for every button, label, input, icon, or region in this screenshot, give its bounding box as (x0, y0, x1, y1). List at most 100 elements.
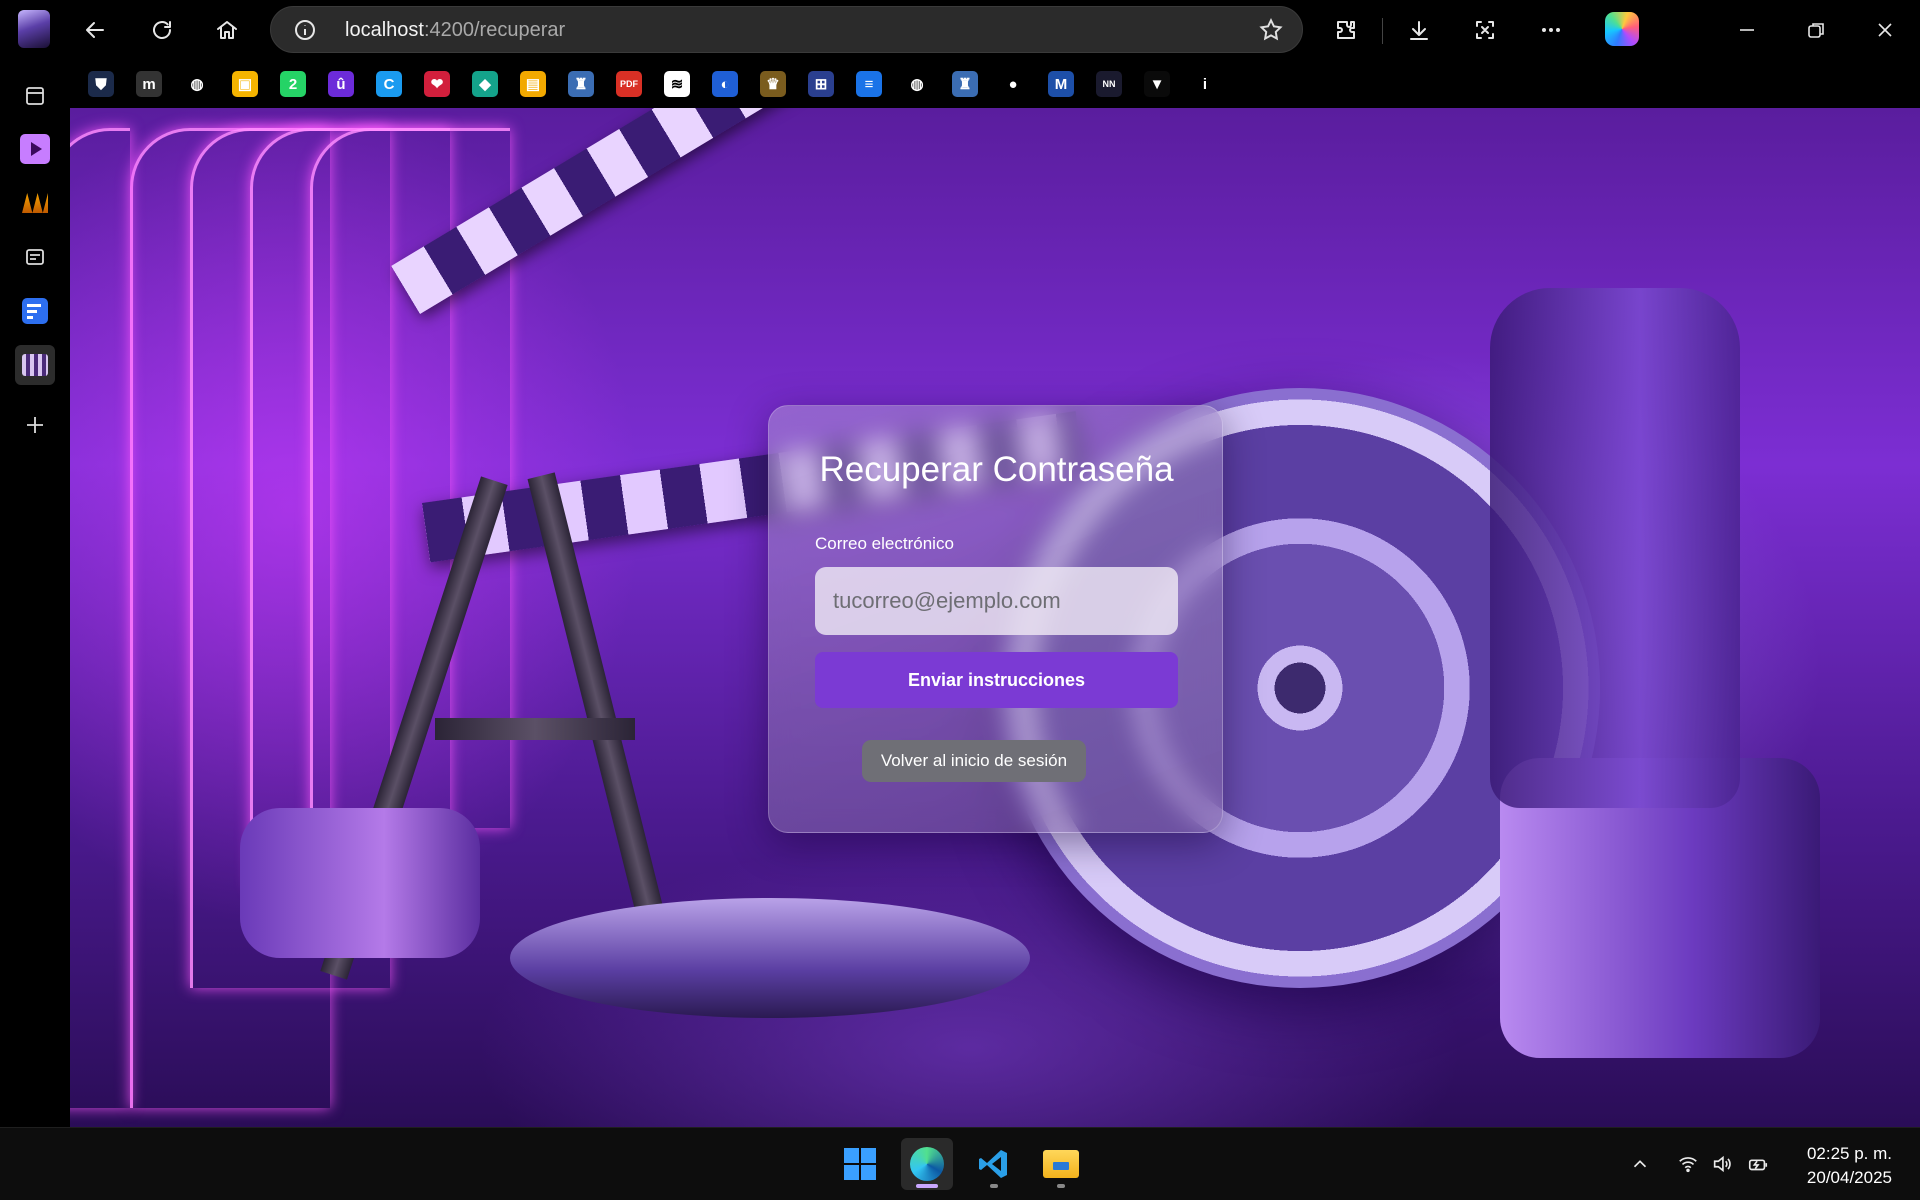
wifi-icon (1679, 1157, 1697, 1173)
shield-crest-icon[interactable]: ♛ (760, 71, 786, 97)
refresh-button[interactable] (142, 10, 182, 50)
running-indicator-2 (1057, 1184, 1065, 1188)
browser-page-icon (26, 249, 44, 265)
minimize-button[interactable] (1722, 10, 1772, 50)
info-i-icon[interactable]: i (1192, 71, 1218, 97)
refresh-icon (153, 21, 171, 39)
sidebar-tab-active-movies[interactable] (15, 345, 55, 385)
windows-logo-icon (844, 1148, 876, 1180)
url-host: localhost (345, 19, 424, 41)
taskbar-edge[interactable] (901, 1138, 953, 1190)
screenshot-icon (1476, 21, 1494, 39)
download-icon (1410, 21, 1428, 40)
taskbar-file-explorer[interactable] (1035, 1138, 1087, 1190)
globe-icon[interactable]: ◍ (184, 71, 210, 97)
sidebar-tab-pma[interactable] (15, 183, 55, 223)
docs-icon[interactable]: ≡ (856, 71, 882, 97)
site-info-icon[interactable] (293, 18, 317, 42)
restore-button[interactable] (1791, 10, 1841, 50)
pma-logo-icon (22, 193, 48, 213)
edge-blue-icon[interactable]: ◐ (712, 71, 738, 97)
copilot-icon[interactable] (1605, 12, 1639, 46)
toolbar-divider (1382, 18, 1383, 44)
email-label: Correo electrónico (815, 534, 954, 553)
tab-actions-button[interactable] (15, 76, 55, 116)
grid-apps-icon[interactable]: ⊞ (808, 71, 834, 97)
favorites-bar: ⛊ m ◍ ▣ 2 û C ❤ ◆ ▤ ♜ PDF ≋ ◐ ♛ ⊞ ≡ ◍ ♜ ● M NN ▼ i (70, 60, 1920, 108)
more-dots-icon (1542, 28, 1560, 32)
close-icon (1878, 23, 1892, 37)
new-tab-button[interactable] (15, 405, 55, 445)
url-path: :4200/recuperar (423, 19, 566, 41)
m-logo-icon[interactable]: m (136, 71, 162, 97)
clock-time: 02:25 p. m. (1806, 1144, 1892, 1163)
clapperboard-icon (22, 354, 48, 376)
puzzle-icon (1337, 21, 1355, 39)
whatsapp-icon[interactable]: 2 (280, 71, 306, 97)
clock-date: 20/04/2025 (1806, 1168, 1892, 1187)
back-button[interactable] (75, 10, 115, 50)
downloads-button[interactable] (1399, 10, 1439, 50)
sidebar-tab-video[interactable] (15, 129, 55, 169)
profile-avatar[interactable] (18, 10, 50, 48)
more-menu-button[interactable] (1531, 10, 1571, 50)
volume-status[interactable] (1708, 1150, 1736, 1178)
sidebar-tab-page[interactable] (15, 237, 55, 277)
windows-taskbar: 02:25 p. m. 20/04/2025 (0, 1127, 1920, 1200)
password-recovery-card: Recuperar Contraseña Correo electrónico … (768, 405, 1223, 833)
taskbar-vscode[interactable] (968, 1138, 1020, 1190)
tab-panel-icon (26, 87, 44, 105)
edge-icon (910, 1147, 944, 1181)
favorite-star-icon[interactable] (1258, 17, 1284, 43)
screenshot-button[interactable] (1465, 10, 1505, 50)
heart-icon[interactable]: ❤ (424, 71, 450, 97)
nn-icon[interactable]: NN (1096, 71, 1122, 97)
bitwarden-icon[interactable]: ⛊ (88, 71, 114, 97)
vscode-icon (979, 1150, 1007, 1178)
book-icon[interactable]: ▤ (520, 71, 546, 97)
active-indicator (916, 1184, 938, 1188)
send-instructions-button[interactable]: Enviar instrucciones (815, 652, 1178, 708)
show-hidden-icons-button[interactable] (1626, 1150, 1654, 1178)
home-icon (217, 21, 237, 39)
u-badge-icon[interactable]: û (328, 71, 354, 97)
forms-icon (22, 298, 48, 324)
globe-icon-2[interactable]: ◍ (904, 71, 930, 97)
running-indicator (990, 1184, 998, 1188)
vuetify-icon[interactable]: ▼ (1144, 71, 1170, 97)
battery-status[interactable] (1744, 1150, 1772, 1178)
google-classroom-icon[interactable]: ▣ (232, 71, 258, 97)
python-icon[interactable]: ♜ (568, 71, 594, 97)
url-text[interactable]: localhost:4200/recuperar (345, 19, 565, 42)
email-input[interactable] (815, 567, 1178, 635)
speaker-icon (1713, 1155, 1731, 1173)
mi-icon[interactable]: M (1048, 71, 1074, 97)
diamond-icon[interactable]: ◆ (472, 71, 498, 97)
pdf-icon[interactable]: PDF (616, 71, 642, 97)
chevron-up-icon (1633, 1160, 1647, 1168)
github-icon[interactable]: ● (1000, 71, 1026, 97)
close-button[interactable] (1860, 10, 1910, 50)
plus-icon (27, 417, 43, 433)
battery-charging-icon (1748, 1159, 1768, 1171)
back-to-login-button[interactable]: Volver al inicio de sesión (862, 740, 1086, 782)
sidebar-tab-forms[interactable] (15, 291, 55, 331)
python-icon-2[interactable]: ♜ (952, 71, 978, 97)
extensions-button[interactable] (1326, 10, 1366, 50)
address-bar[interactable]: localhost:4200/recuperar (270, 6, 1303, 53)
vertical-tabs-sidebar (0, 60, 70, 1127)
canva-icon[interactable]: C (376, 71, 402, 97)
system-clock[interactable]: 02:25 p. m. 20/04/2025 (1807, 1142, 1892, 1190)
folder-icon (1043, 1150, 1079, 1178)
page-viewport: Recuperar Contraseña Correo electrónico … (70, 108, 1920, 1127)
restore-icon (1808, 23, 1824, 38)
wifi-status[interactable] (1674, 1150, 1702, 1178)
home-button[interactable] (207, 10, 247, 50)
start-button[interactable] (834, 1138, 886, 1190)
arrow-left-icon (86, 22, 104, 38)
play-icon (20, 134, 50, 164)
page-title: Recuperar Contraseña (819, 450, 1174, 489)
mee-icon[interactable]: ≋ (664, 71, 690, 97)
minimize-icon (1740, 29, 1754, 31)
browser-titlebar: localhost:4200/recuperar (0, 0, 1920, 60)
